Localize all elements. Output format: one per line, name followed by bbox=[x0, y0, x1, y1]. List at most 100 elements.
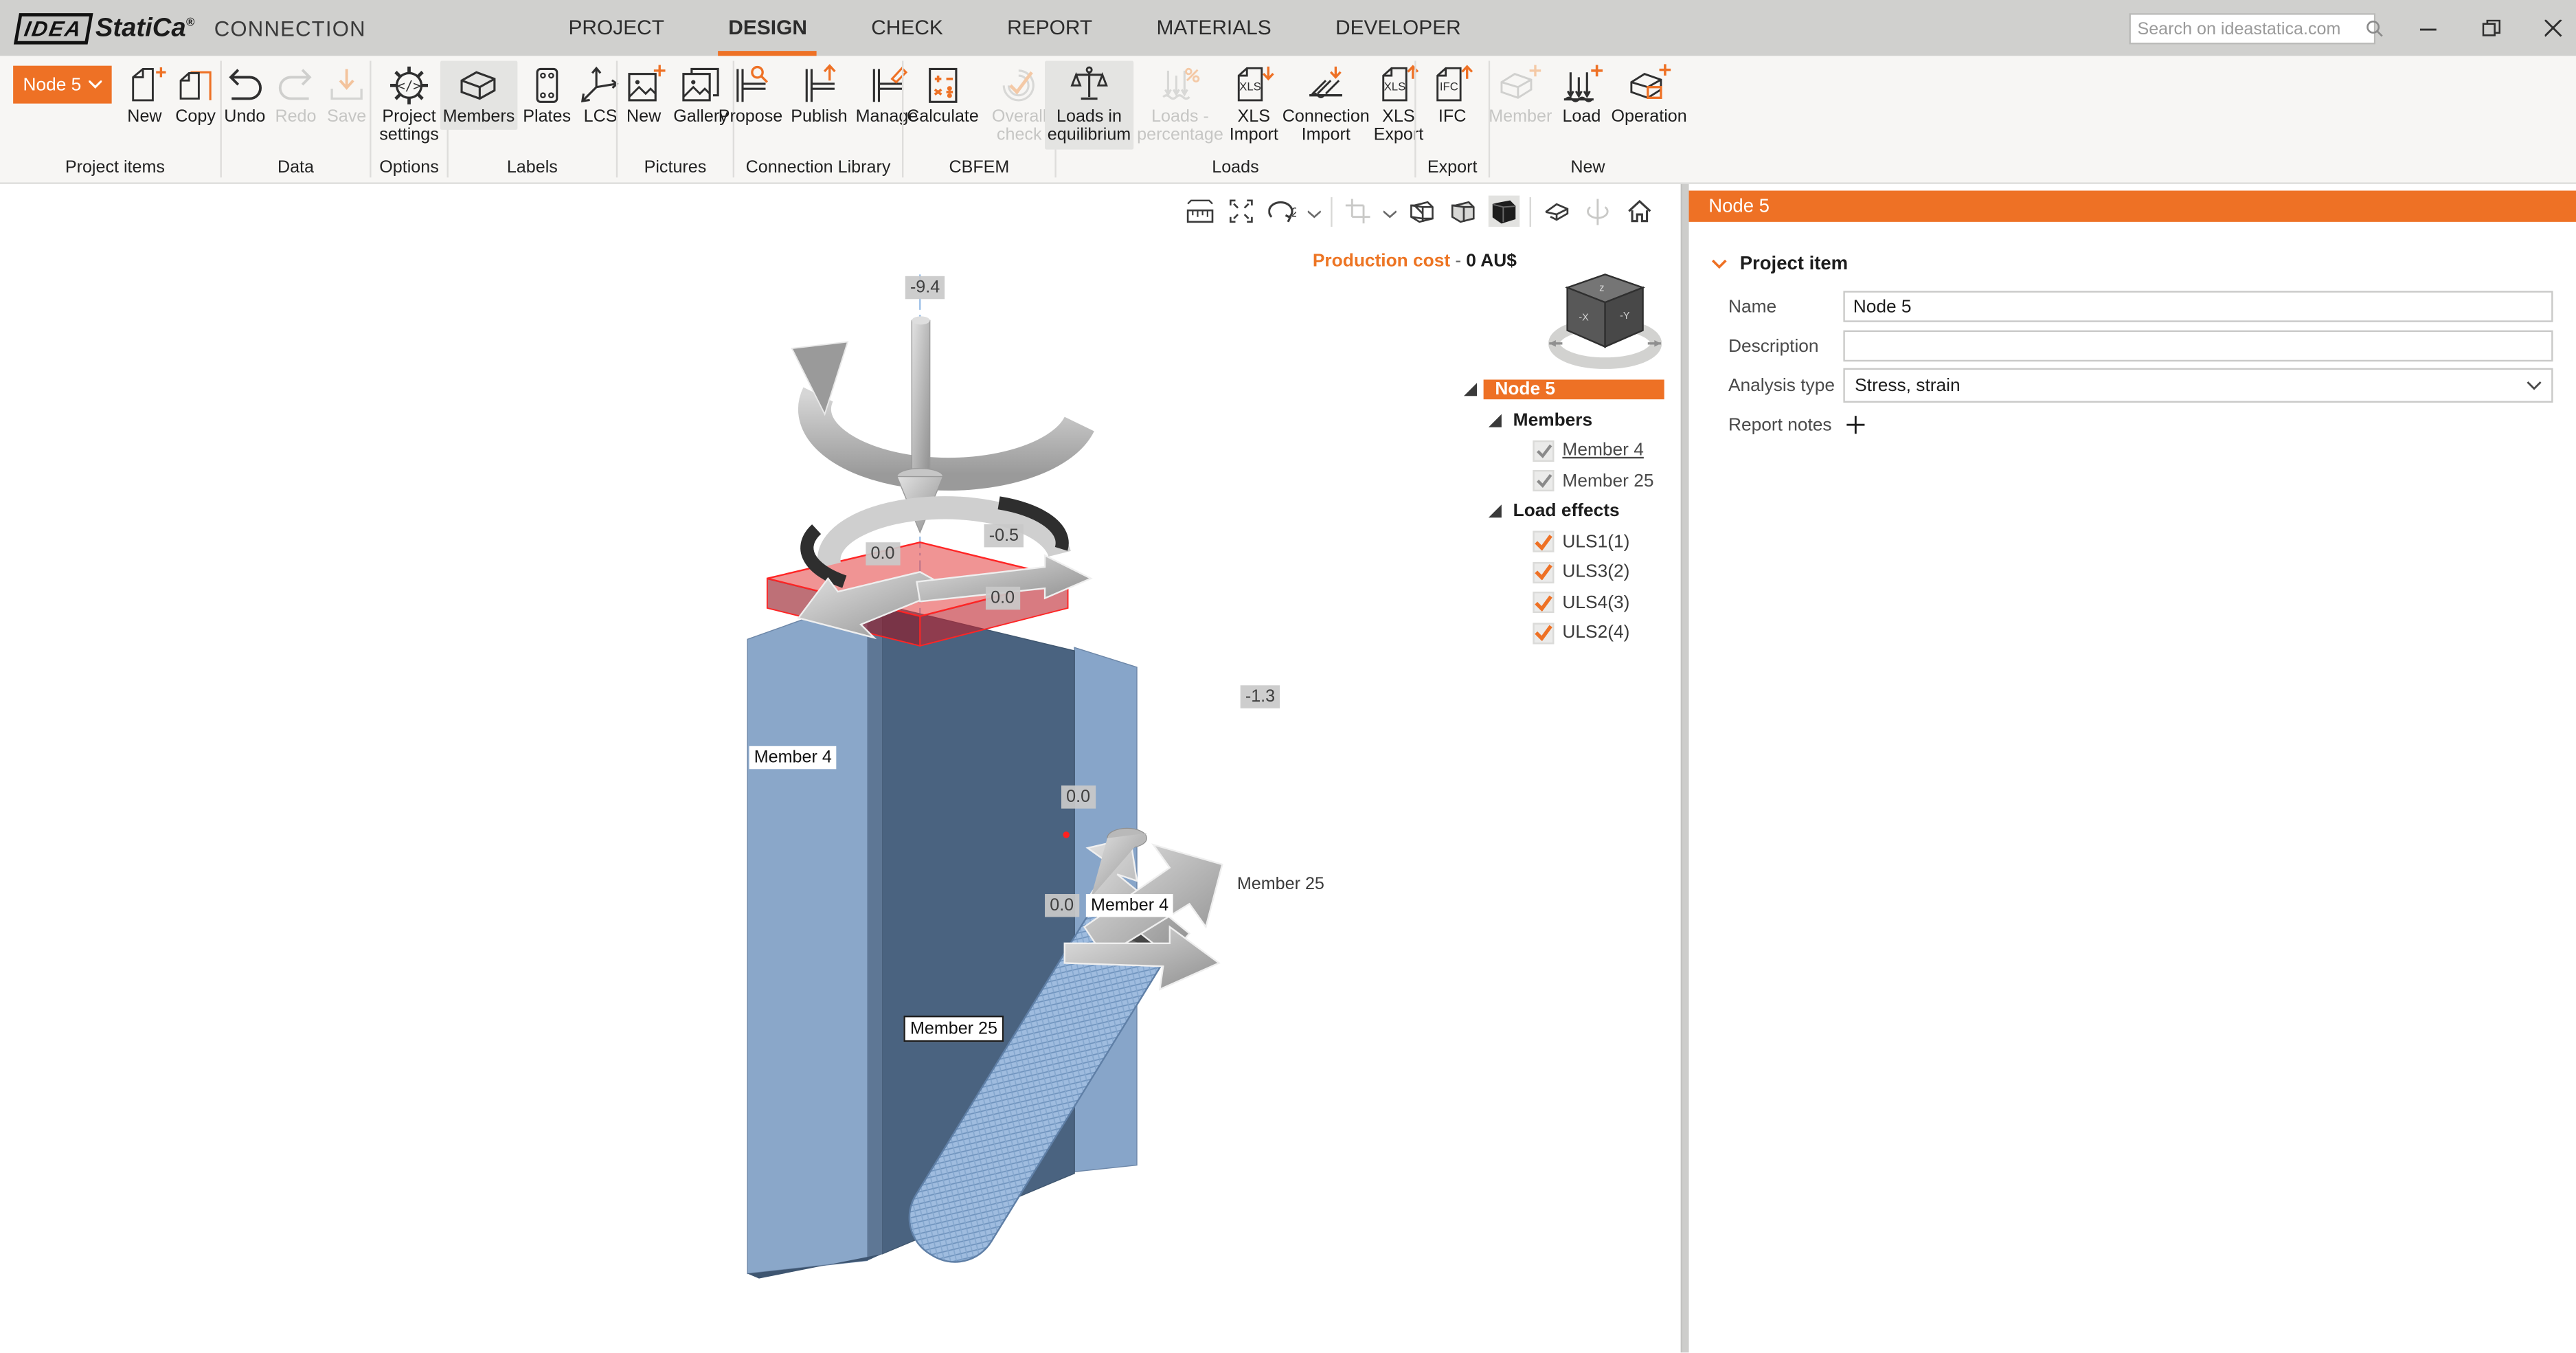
scene-tree: Node 5 Members Member 4 Member 25 Load e… bbox=[1464, 374, 1664, 648]
app-logo: IDEA StatiCa® CONNECTION bbox=[16, 12, 366, 43]
propose-search-icon bbox=[729, 64, 771, 107]
xls-import-button[interactable]: XLS XLS Import bbox=[1226, 60, 1282, 148]
tree-uls1[interactable]: ULS1(1) bbox=[1464, 527, 1664, 557]
tree-member-25[interactable]: Member 25 bbox=[1464, 466, 1664, 496]
rotate-view-icon[interactable]: 2 bbox=[1267, 196, 1298, 227]
navigation-cube[interactable]: z -X -Y bbox=[1548, 261, 1662, 376]
uls4-checkbox[interactable] bbox=[1533, 592, 1554, 614]
crop-view-dropdown[interactable] bbox=[1383, 197, 1397, 226]
expand-triangle-icon[interactable] bbox=[1464, 383, 1477, 396]
member-25-side-label: Member 25 bbox=[1237, 874, 1324, 894]
tree-members-header[interactable]: Members bbox=[1464, 405, 1664, 436]
new-member-icon bbox=[1499, 64, 1541, 107]
labels-members-toggle[interactable]: Members bbox=[440, 60, 518, 130]
ifc-file-icon: IFC bbox=[1431, 64, 1473, 107]
ribbon-group-connection-library: Propose Publish Manage Connection Librar… bbox=[734, 56, 902, 182]
tree-root-node5[interactable]: Node 5 bbox=[1464, 374, 1664, 405]
production-cost: Production cost-0 AU$ bbox=[1313, 251, 1517, 271]
new-operation-button[interactable]: Operation bbox=[1608, 60, 1691, 130]
member-25-checkbox[interactable] bbox=[1533, 471, 1554, 492]
connection-import-button[interactable]: Connection Import bbox=[1283, 60, 1368, 148]
home-view-icon[interactable] bbox=[1623, 196, 1654, 227]
tab-project[interactable]: PROJECT bbox=[558, 0, 674, 56]
search-input[interactable] bbox=[2131, 19, 2366, 39]
group-title-options: Options bbox=[372, 155, 447, 183]
uls1-checkbox[interactable] bbox=[1533, 531, 1554, 552]
wireframe-view-icon[interactable] bbox=[1406, 196, 1437, 227]
group-title-data: Data bbox=[222, 155, 370, 183]
spin-view-icon[interactable] bbox=[1582, 196, 1613, 227]
zoom-extents-icon[interactable] bbox=[1225, 196, 1256, 227]
section-view-icon[interactable] bbox=[1541, 196, 1572, 227]
description-row: Description bbox=[1728, 331, 2553, 361]
new-member-button[interactable]: Member bbox=[1485, 60, 1555, 130]
statica-logo: StatiCa bbox=[95, 14, 186, 42]
project-item-section[interactable]: Project item bbox=[1712, 255, 2576, 275]
search-icon[interactable] bbox=[2366, 20, 2384, 38]
project-settings-button[interactable]: </> Project settings bbox=[372, 60, 447, 148]
propose-connection-button[interactable]: Propose bbox=[715, 60, 786, 130]
node-selector-dropdown[interactable]: Node 5 bbox=[13, 66, 111, 104]
tab-check[interactable]: CHECK bbox=[861, 0, 953, 56]
xls-import-icon: XLS bbox=[1232, 64, 1275, 107]
ribbon-group-project-items: Node 5 New Copy Project items bbox=[10, 56, 220, 182]
panel-header: Node 5 bbox=[1682, 190, 2576, 221]
solid-view-icon[interactable] bbox=[1489, 196, 1519, 227]
tab-report[interactable]: REPORT bbox=[997, 0, 1103, 56]
tree-uls3[interactable]: ULS3(2) bbox=[1464, 557, 1664, 588]
restore-button[interactable] bbox=[2478, 15, 2504, 41]
undo-button[interactable]: Undo bbox=[220, 60, 269, 130]
tab-materials[interactable]: MATERIALS bbox=[1146, 0, 1281, 56]
3d-viewport[interactable]: 2 Production cost-0 AU$ bbox=[0, 184, 1681, 1353]
undo-icon bbox=[223, 64, 266, 107]
loads-in-equilibrium-toggle[interactable]: Loads in equilibrium bbox=[1044, 60, 1134, 148]
close-button[interactable] bbox=[2540, 15, 2566, 41]
load-label-ring: 0.0 bbox=[866, 542, 899, 565]
name-label: Name bbox=[1728, 297, 1843, 317]
search-box[interactable] bbox=[2129, 13, 2376, 44]
description-label: Description bbox=[1728, 336, 1843, 356]
publish-connection-button[interactable]: Publish bbox=[787, 60, 850, 130]
member-4-checkbox[interactable] bbox=[1533, 440, 1554, 461]
uls3-checkbox[interactable] bbox=[1533, 561, 1554, 583]
expand-triangle-icon[interactable] bbox=[1489, 413, 1502, 426]
analysis-type-select[interactable]: Stress, strain bbox=[1843, 368, 2553, 403]
cube-y-label: -Y bbox=[1620, 311, 1630, 322]
measure-icon[interactable] bbox=[1184, 196, 1215, 227]
3d-scene[interactable] bbox=[0, 184, 1679, 1352]
load-label-conn-upper: 0.0 bbox=[1061, 785, 1095, 808]
redo-icon bbox=[274, 64, 317, 107]
new-picture-button[interactable]: New bbox=[619, 60, 668, 130]
save-button[interactable]: Save bbox=[322, 60, 372, 130]
crop-view-icon[interactable] bbox=[1342, 196, 1373, 227]
tree-member-4[interactable]: Member 4 bbox=[1464, 436, 1664, 466]
redo-button[interactable]: Redo bbox=[271, 60, 321, 130]
add-report-note-button[interactable] bbox=[1843, 413, 1866, 436]
uls2-checkbox[interactable] bbox=[1533, 623, 1554, 644]
ifc-export-button[interactable]: IFC IFC bbox=[1427, 60, 1477, 130]
section-chevron-icon[interactable] bbox=[1712, 260, 1727, 269]
calculate-button[interactable]: Calculate bbox=[903, 60, 982, 130]
copy-project-item-button[interactable]: Copy bbox=[171, 60, 221, 130]
tab-developer[interactable]: DEVELOPER bbox=[1326, 0, 1471, 56]
tab-design[interactable]: DESIGN bbox=[719, 0, 817, 56]
loads-percentage-toggle[interactable]: Loads - percentage bbox=[1136, 60, 1224, 148]
minimize-button[interactable] bbox=[2415, 15, 2441, 41]
name-field[interactable] bbox=[1843, 291, 2553, 322]
expand-triangle-icon[interactable] bbox=[1489, 504, 1502, 517]
tree-uls4[interactable]: ULS4(3) bbox=[1464, 588, 1664, 618]
hidden-line-view-icon[interactable] bbox=[1447, 196, 1478, 227]
labels-plates-toggle[interactable]: Plates bbox=[519, 60, 574, 130]
connection-import-icon bbox=[1304, 64, 1347, 107]
new-load-button[interactable]: Load bbox=[1557, 60, 1607, 130]
analysis-type-value: Stress, strain bbox=[1855, 375, 1961, 395]
new-project-item-button[interactable]: New bbox=[120, 60, 170, 130]
tree-load-effects-header[interactable]: Load effects bbox=[1464, 496, 1664, 526]
ribbon-group-options: </> Project settings Options bbox=[372, 56, 447, 182]
load-label-plate-force: 0.0 bbox=[986, 587, 1019, 610]
tree-uls2[interactable]: ULS2(4) bbox=[1464, 618, 1664, 648]
overall-check-button[interactable]: Overall check bbox=[984, 60, 1054, 148]
rotate-view-dropdown[interactable] bbox=[1308, 197, 1321, 226]
description-field[interactable] bbox=[1843, 331, 2553, 361]
calculator-icon bbox=[921, 64, 964, 107]
